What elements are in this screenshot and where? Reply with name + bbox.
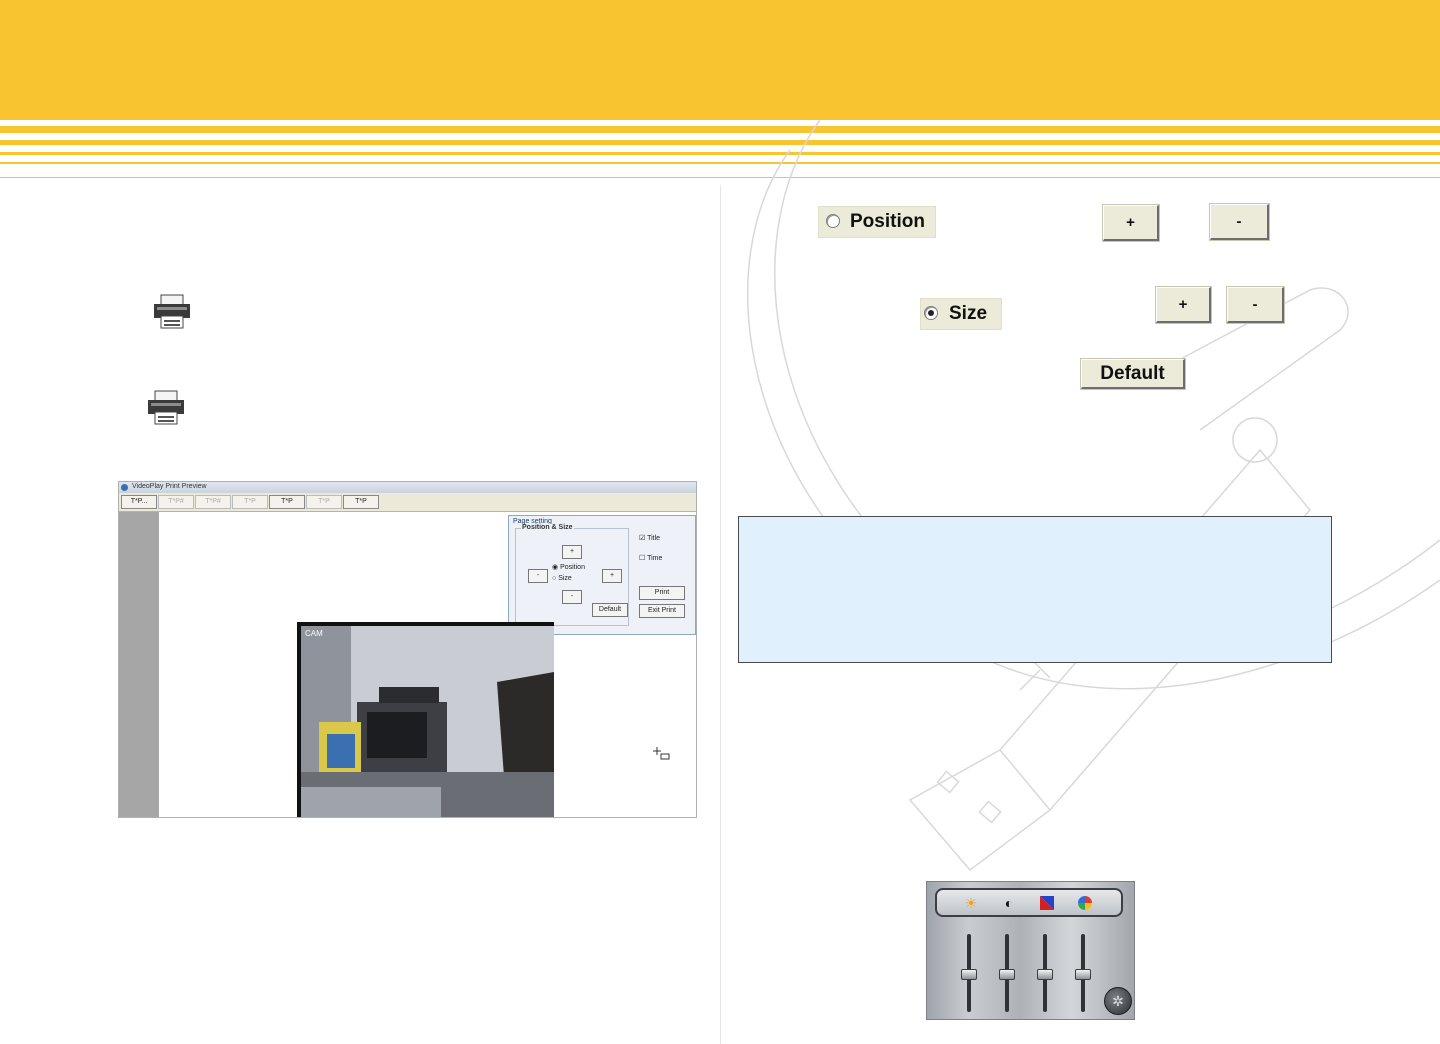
printer-icon[interactable] bbox=[152, 294, 192, 330]
brightness-slider-track[interactable] bbox=[961, 934, 977, 1012]
print-preview-icon[interactable] bbox=[146, 390, 186, 426]
svg-text:CAM: CAM bbox=[305, 629, 323, 638]
exit-print-button[interactable]: Exit Print bbox=[639, 604, 685, 618]
column-divider bbox=[720, 185, 721, 1044]
default-button[interactable]: Default bbox=[1081, 359, 1185, 389]
toolbar-button[interactable]: T*P# bbox=[195, 495, 231, 509]
saturation-slider-track[interactable] bbox=[1075, 934, 1091, 1012]
position-radio-circle bbox=[826, 214, 840, 228]
brightness-slider-knob[interactable] bbox=[961, 968, 977, 980]
color-slider-track[interactable] bbox=[1037, 934, 1053, 1012]
position-radio-label: Position bbox=[560, 564, 585, 571]
print-button[interactable]: Print bbox=[639, 586, 685, 600]
size-radio[interactable]: ○ Size bbox=[552, 575, 572, 582]
cursor-icon bbox=[653, 747, 670, 760]
default-button[interactable]: Default bbox=[592, 603, 628, 617]
contrast-slider-knob[interactable] bbox=[999, 968, 1015, 980]
app-icon bbox=[121, 484, 128, 491]
size-radio-label: Size bbox=[558, 575, 572, 582]
group-title: Position & Size bbox=[521, 524, 574, 531]
position-radio[interactable]: ◉ Position bbox=[552, 563, 585, 571]
size-radio[interactable]: Size bbox=[920, 298, 1002, 330]
page-setting-panel: Page setting Position & Size + - + - ◉ P… bbox=[508, 515, 696, 635]
color-slider-knob[interactable] bbox=[1037, 968, 1053, 980]
title-checkbox-label: Title bbox=[647, 535, 661, 542]
toolbar-button[interactable]: T*P# bbox=[158, 495, 194, 509]
image-adjust-panel: ☀ ◐ ✲ bbox=[926, 881, 1135, 1020]
preview-gutter bbox=[119, 512, 159, 817]
contrast-slider-track[interactable] bbox=[999, 934, 1015, 1012]
position-minus-button[interactable]: - bbox=[1210, 204, 1269, 240]
print-preview-window: VideoPlay Print Preview T*P... T*P# T*P#… bbox=[118, 481, 697, 818]
note-box bbox=[738, 516, 1332, 663]
move-right-button[interactable]: + bbox=[602, 569, 622, 583]
toolbar-button[interactable]: T*P bbox=[306, 495, 342, 509]
settings-icon[interactable]: ✲ bbox=[1104, 987, 1132, 1015]
time-checkbox-label: Time bbox=[647, 555, 663, 562]
position-label: Position bbox=[850, 211, 925, 232]
title-checkbox[interactable]: ☑ Title bbox=[639, 534, 660, 542]
toolbar-button[interactable]: T*P bbox=[232, 495, 268, 509]
adjust-icon-bar: ☀ ◐ bbox=[935, 888, 1123, 917]
header-band bbox=[0, 0, 1440, 120]
size-label: Size bbox=[949, 303, 988, 324]
toolbar-button[interactable]: T*P bbox=[269, 495, 305, 509]
preview-title: VideoPlay Print Preview bbox=[132, 483, 207, 490]
time-checkbox[interactable]: ☐ Time bbox=[639, 554, 662, 562]
size-radio-dot bbox=[928, 310, 934, 316]
toolbar-button[interactable]: T*P... bbox=[121, 495, 157, 509]
color-icon[interactable] bbox=[1039, 895, 1055, 911]
move-left-button[interactable]: - bbox=[528, 569, 548, 583]
size-plus-button[interactable]: + bbox=[1156, 287, 1211, 323]
saturation-slider-knob[interactable] bbox=[1075, 968, 1091, 980]
move-down-button[interactable]: - bbox=[562, 590, 582, 604]
saturation-icon[interactable] bbox=[1077, 895, 1093, 911]
position-plus-button[interactable]: + bbox=[1103, 205, 1159, 241]
preview-toolbar: T*P... T*P# T*P# T*P T*P T*P T*P bbox=[119, 493, 696, 512]
toolbar-button[interactable]: T*P bbox=[343, 495, 379, 509]
position-size-group: Position & Size + - + - ◉ Position ○ Siz… bbox=[515, 524, 629, 626]
brightness-icon[interactable]: ☀ bbox=[963, 895, 979, 911]
camera-snapshot: CAM bbox=[297, 622, 554, 817]
size-minus-button[interactable]: - bbox=[1227, 287, 1284, 323]
position-radio[interactable]: Position bbox=[818, 206, 936, 238]
contrast-icon[interactable]: ◐ bbox=[1001, 895, 1017, 911]
size-radio-circle bbox=[924, 306, 938, 320]
move-up-button[interactable]: + bbox=[562, 545, 582, 559]
